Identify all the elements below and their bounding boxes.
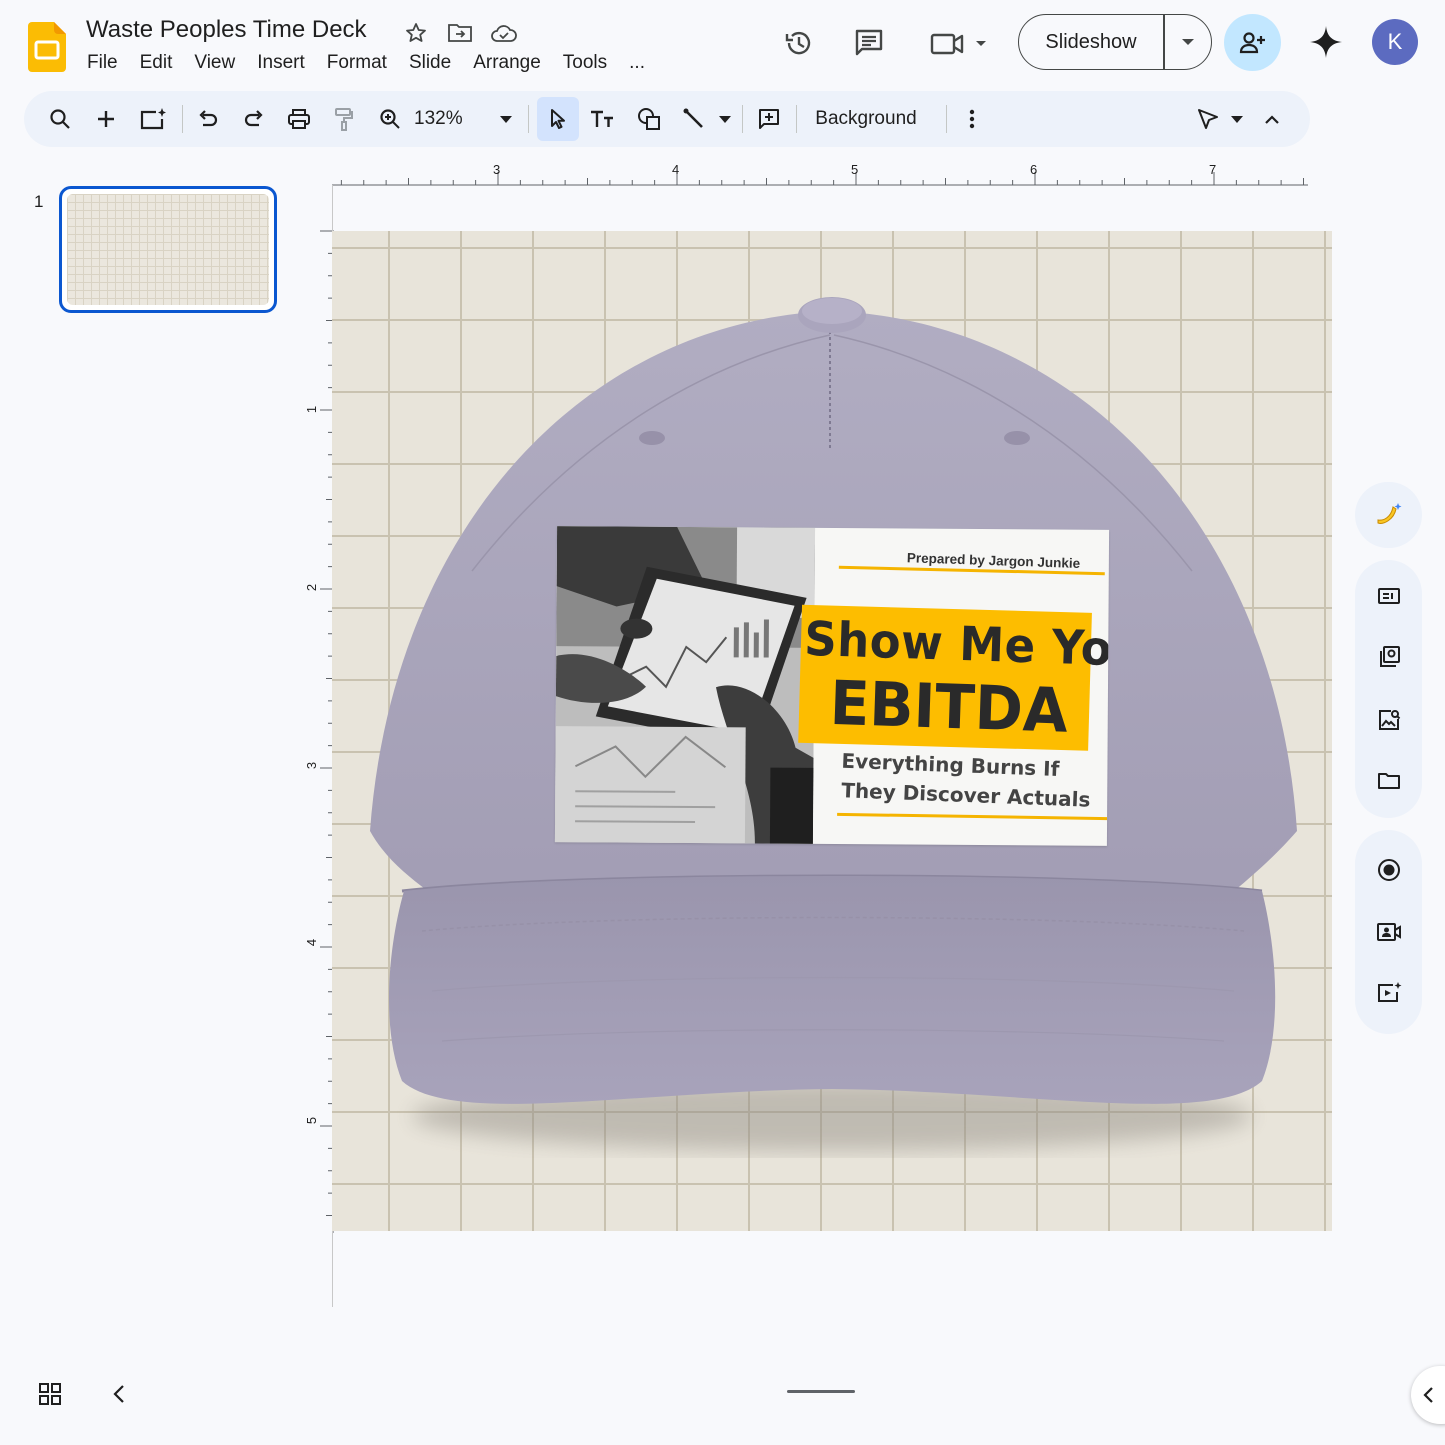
shape-icon[interactable] bbox=[626, 91, 672, 147]
gemini-spark-icon[interactable] bbox=[1306, 22, 1346, 62]
document-title[interactable]: Waste Peoples Time Deck bbox=[86, 16, 367, 44]
zoom-icon[interactable] bbox=[368, 91, 412, 147]
subtitle-line1: Everything Burns If bbox=[841, 748, 1060, 782]
business-chart-photo bbox=[554, 526, 816, 844]
speaker-notes-drag-handle[interactable] bbox=[787, 1390, 855, 1393]
slide-thumbnail-preview bbox=[67, 194, 269, 305]
folder-icon[interactable] bbox=[1355, 759, 1422, 803]
chevron-left-icon bbox=[1423, 1387, 1433, 1403]
paint-format-icon[interactable] bbox=[322, 91, 366, 147]
record-icon[interactable] bbox=[1355, 848, 1422, 892]
undo-icon[interactable] bbox=[186, 91, 230, 147]
new-slide-with-ai-icon[interactable] bbox=[130, 91, 176, 147]
cloud-saved-icon[interactable] bbox=[490, 20, 518, 46]
menu-view[interactable]: View bbox=[183, 52, 246, 74]
menu-insert[interactable]: Insert bbox=[246, 52, 316, 74]
menu-format[interactable]: Format bbox=[316, 52, 398, 74]
zoom-value[interactable]: 132% bbox=[414, 108, 463, 130]
zoom-chevron-down-icon[interactable] bbox=[492, 91, 520, 147]
replace-image-icon[interactable] bbox=[1355, 635, 1422, 679]
slide-layout-icon[interactable] bbox=[1355, 574, 1422, 618]
slideshow-button[interactable]: Slideshow bbox=[1018, 14, 1212, 70]
menu-tools[interactable]: Tools bbox=[552, 52, 618, 74]
avatar[interactable]: K bbox=[1372, 19, 1418, 65]
video-insert-icon[interactable] bbox=[1355, 971, 1422, 1015]
search-menus-icon[interactable] bbox=[38, 91, 82, 147]
ruler-label: 2 bbox=[304, 583, 320, 592]
print-icon[interactable] bbox=[276, 91, 322, 147]
more-options-icon[interactable] bbox=[954, 91, 990, 147]
collapse-filmstrip-chevron-left-icon[interactable] bbox=[108, 1380, 130, 1413]
toolbar-separator bbox=[182, 105, 183, 133]
toolbar-separator bbox=[528, 105, 529, 133]
zoom-level[interactable]: 132% bbox=[414, 91, 474, 147]
menu-edit[interactable]: Edit bbox=[129, 52, 184, 74]
toolbar-separator bbox=[742, 105, 743, 133]
comments-icon[interactable] bbox=[850, 24, 888, 62]
toolbar-separator bbox=[796, 105, 797, 133]
redo-icon[interactable] bbox=[232, 91, 276, 147]
expand-side-panel-button[interactable] bbox=[1411, 1366, 1445, 1424]
vertical-ruler[interactable]: 1 2 3 4 5 bbox=[304, 230, 334, 1233]
menu-slide[interactable]: Slide bbox=[398, 52, 462, 74]
slide-number: 1 bbox=[34, 192, 44, 211]
ruler-label: 3 bbox=[493, 162, 501, 177]
new-slide-plus-icon[interactable] bbox=[84, 91, 128, 147]
star-icon[interactable] bbox=[402, 20, 430, 46]
toolbar: 132% Background bbox=[24, 91, 1310, 147]
side-panel-record-group bbox=[1355, 830, 1422, 1034]
subtitle-line2: They Discover Actuals bbox=[840, 778, 1091, 812]
slide-canvas[interactable]: Prepared by Jargon Junkie Show Me Your E… bbox=[332, 231, 1332, 1231]
ruler-label: 3 bbox=[304, 761, 320, 770]
side-panel-ai-group bbox=[1355, 482, 1422, 548]
meet-camera-icon[interactable] bbox=[926, 24, 992, 62]
image-search-icon[interactable] bbox=[1355, 698, 1422, 742]
slideshow-label[interactable]: Slideshow bbox=[1019, 31, 1163, 54]
grid-view-icon[interactable] bbox=[38, 1382, 62, 1411]
menu-bar: File Edit View Insert Format Slide Arran… bbox=[86, 52, 656, 74]
ruler-label: 7 bbox=[1209, 162, 1217, 177]
line-icon[interactable] bbox=[674, 91, 714, 147]
camera-record-icon[interactable] bbox=[1355, 910, 1422, 954]
ruler-label: 4 bbox=[672, 162, 680, 177]
line-chevron-down-icon[interactable] bbox=[712, 91, 738, 147]
ruler-label: 1 bbox=[304, 405, 320, 414]
ruler-label: 5 bbox=[304, 1116, 320, 1125]
add-comment-icon[interactable] bbox=[746, 91, 792, 147]
hat-patch[interactable]: Prepared by Jargon Junkie Show Me Your E… bbox=[554, 526, 1110, 846]
headline-line2: EBITDA bbox=[828, 667, 1069, 747]
add-person-icon[interactable] bbox=[1224, 14, 1281, 71]
version-history-icon[interactable] bbox=[780, 24, 818, 62]
ruler-label: 6 bbox=[1030, 162, 1038, 177]
headline-line1: Show Me Your bbox=[803, 610, 1110, 679]
menu-more[interactable]: ... bbox=[618, 52, 656, 74]
menu-file[interactable]: File bbox=[86, 52, 129, 74]
horizontal-ruler[interactable]: 3 4 5 6 7 bbox=[332, 160, 1308, 188]
text-box-icon[interactable] bbox=[580, 91, 624, 147]
slides-logo-icon[interactable] bbox=[28, 22, 66, 72]
move-to-folder-icon[interactable] bbox=[446, 20, 474, 46]
background-button[interactable]: Background bbox=[804, 91, 928, 147]
collapse-toolbar-chevron-up-icon[interactable] bbox=[1254, 91, 1290, 147]
select-cursor-icon[interactable] bbox=[537, 91, 579, 147]
toolbar-separator bbox=[946, 105, 947, 133]
accent-line-bottom bbox=[837, 812, 1108, 821]
ruler-label: 5 bbox=[851, 162, 859, 177]
slideshow-options-chevron-down-icon[interactable] bbox=[1165, 38, 1212, 46]
ruler-label: 4 bbox=[304, 938, 320, 947]
menu-arrange[interactable]: Arrange bbox=[462, 52, 552, 74]
pointer-chevron-down-icon[interactable] bbox=[1224, 91, 1250, 147]
background-label[interactable]: Background bbox=[815, 108, 916, 130]
slide-thumbnail[interactable] bbox=[59, 186, 277, 313]
banana-ai-icon[interactable] bbox=[1355, 493, 1422, 537]
side-panel-tools-group bbox=[1355, 560, 1422, 818]
